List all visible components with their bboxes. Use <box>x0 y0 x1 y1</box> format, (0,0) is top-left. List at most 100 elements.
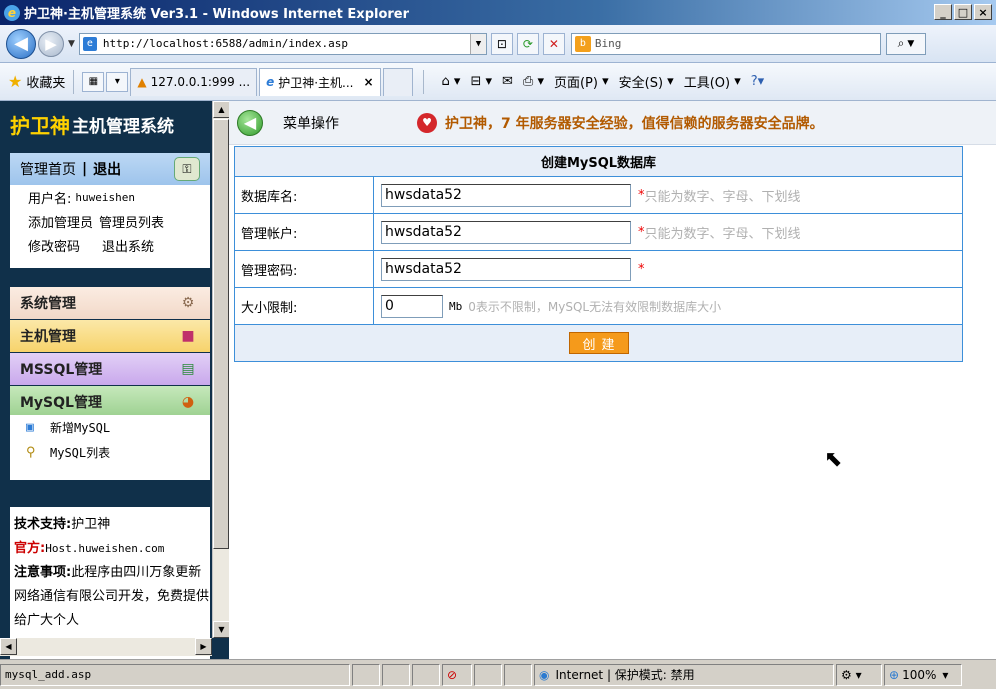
new-tab[interactable] <box>382 67 413 96</box>
create-mysql-form: 创建MySQL数据库 数据库名: hwsdata52 * 只能为数字、字母、下划… <box>234 146 963 362</box>
sidebar-vertical-scrollbar[interactable]: ▲ ▼ <box>212 101 230 638</box>
zoom-icon: ⊕ <box>889 667 900 682</box>
security-zone[interactable]: ◉ Internet | 保护模式: 禁用 <box>534 663 834 686</box>
main-content: ◀ 菜单操作 ♥ 护卫神，7 年服务器安全经验，值得信赖的服务器安全品牌。 创建… <box>229 101 996 659</box>
maximize-button[interactable]: □ <box>954 4 972 20</box>
official-site-link[interactable]: Host.huweishen.com <box>45 542 164 555</box>
key-icon: ⚿ <box>174 157 200 181</box>
sidebar: 护卫神 主机管理系统 管理首页 | 退出 ⚿ 用户名: huweishen 添加… <box>0 101 229 659</box>
status-text: mysql_add.asp <box>0 663 350 686</box>
tab-label: 护卫神·主机... <box>278 75 354 90</box>
sidebar-horizontal-scrollbar[interactable]: ◀ ▶ <box>0 638 212 656</box>
scroll-right-icon[interactable]: ▶ <box>195 638 212 655</box>
dbname-input[interactable]: hwsdata52 <box>381 183 631 207</box>
globe-icon: ◉ <box>539 667 550 682</box>
mouse-cursor-icon: ⬉ <box>824 447 843 472</box>
form-title: 创建MySQL数据库 <box>235 147 962 177</box>
star-icon: ★ <box>8 72 23 91</box>
back-button[interactable]: ◀ <box>6 28 36 59</box>
form-row-password: 管理密码: hwsdata52 * <box>235 251 962 288</box>
menu-mssql[interactable]: MSSQL管理 ▤ <box>10 353 210 385</box>
size-limit-input[interactable]: 0 <box>381 294 443 318</box>
host-icon: ■ <box>181 328 195 344</box>
tab-list-icon[interactable]: ▾ <box>106 71 129 92</box>
search-icon: ⌕ <box>897 36 905 50</box>
menu-system[interactable]: 系统管理 ⚙ <box>10 287 210 319</box>
form-row-size: 大小限制: 0 Mb 0表示不限制，MySQL无法有效限制数据库大小 <box>235 288 962 325</box>
menu-mysql[interactable]: MySQL管理 ◕ <box>10 386 210 418</box>
logout-link[interactable]: 退出 <box>93 159 121 179</box>
form-actions: 创建 <box>235 325 962 361</box>
pma-icon: ▲ <box>137 75 147 89</box>
bing-icon: b <box>574 35 591 52</box>
account-input[interactable]: hwsdata52 <box>381 220 631 244</box>
submenu-mysql-list[interactable]: ⚲ MySQL列表 <box>10 440 210 465</box>
address-toolbar: ◀ ▶ ▼ e http://localhost:6588/admin/inde… <box>0 25 996 63</box>
add-db-icon: ▣ <box>26 420 34 435</box>
minimize-button[interactable]: _ <box>934 4 952 20</box>
admin-list-link[interactable]: 管理员列表 <box>99 212 164 231</box>
window-titlebar: e 护卫神·主机管理系统 Ver3.1 - Windows Internet E… <box>0 0 996 25</box>
safety-menu[interactable]: 安全(S) ▾ <box>619 72 674 91</box>
close-button[interactable]: × <box>974 4 992 20</box>
submenu-add-mysql[interactable]: ▣ 新增MySQL <box>10 415 210 440</box>
slogan: 护卫神，7 年服务器安全经验，值得信赖的服务器安全品牌。 <box>445 115 824 132</box>
shield-icon: ♥ <box>417 112 437 133</box>
create-button[interactable]: 创建 <box>568 332 629 354</box>
scroll-down-icon[interactable]: ▼ <box>213 621 230 638</box>
status-bar: mysql_add.asp ⊘ ◉ Internet | 保护模式: 禁用 ⚙ … <box>0 659 996 689</box>
scroll-thumb[interactable] <box>213 119 229 549</box>
mail-icon[interactable]: ✉ <box>502 74 513 89</box>
forward-button[interactable]: ▶ <box>38 30 64 57</box>
feeds-icon[interactable]: ⊟ ▾ <box>470 74 492 89</box>
home-icon[interactable]: ⌂ ▾ <box>442 74 461 89</box>
menu-operation-label: 菜单操作 <box>283 115 339 132</box>
compatibility-icon[interactable]: ⊡ <box>490 32 513 55</box>
ie-tab-icon: e <box>266 75 275 89</box>
size-unit: Mb <box>449 299 463 313</box>
username: huweishen <box>75 190 135 204</box>
tab-label: 127.0.0.1:999 ... <box>150 75 251 89</box>
home-link[interactable]: 管理首页 <box>20 159 76 179</box>
print-icon[interactable]: ⎙ ▾ <box>523 74 544 89</box>
search-button[interactable]: ⌕ ▼ <box>885 32 926 55</box>
popup-blocker-icon[interactable]: ⊘ <box>442 663 472 686</box>
scroll-left-icon[interactable]: ◀ <box>0 638 17 655</box>
zoom-control[interactable]: ⊕ 100% ▾ <box>884 663 962 686</box>
protected-mode-icon[interactable]: ⚙ ▾ <box>836 663 882 686</box>
tab-localhost[interactable]: ▲ 127.0.0.1:999 ... <box>130 67 258 96</box>
address-input[interactable]: e http://localhost:6588/admin/index.asp … <box>78 32 487 55</box>
history-dropdown-icon[interactable]: ▼ <box>68 39 75 49</box>
tab-active[interactable]: e 护卫神·主机... × <box>259 67 381 96</box>
menu-host[interactable]: 主机管理 ■ <box>10 320 210 352</box>
page-icon: e <box>82 36 97 51</box>
password-input[interactable]: hwsdata52 <box>381 257 631 281</box>
mysql-icon: ◕ <box>181 394 195 410</box>
ie-logo-icon: e <box>4 4 20 21</box>
favorites-bar: ★ 收藏夹 ▦ ▾ ▲ 127.0.0.1:999 ... e 护卫神·主机..… <box>0 63 996 101</box>
refresh-icon[interactable]: ⟳ <box>516 32 539 55</box>
search-input[interactable]: b Bing <box>570 32 881 55</box>
stop-icon[interactable]: ✕ <box>542 32 565 55</box>
admin-nav-box: 管理首页 | 退出 ⚿ 用户名: huweishen 添加管理员 管理员列表 修… <box>10 153 210 268</box>
scroll-up-icon[interactable]: ▲ <box>213 101 230 118</box>
address-dropdown-icon[interactable]: ▼ <box>469 33 486 54</box>
help-icon[interactable]: ?▾ <box>751 74 764 89</box>
mysql-submenu: ▣ 新增MySQL ⚲ MySQL列表 <box>10 415 210 480</box>
change-password-link[interactable]: 修改密码 <box>28 236 80 255</box>
admin-nav-header: 管理首页 | 退出 ⚿ <box>10 153 210 185</box>
form-row-account: 管理帐户: hwsdata52 * 只能为数字、字母、下划线 <box>235 214 962 251</box>
add-admin-link[interactable]: 添加管理员 <box>28 212 93 231</box>
back-arrow-icon[interactable]: ◀ <box>237 109 263 136</box>
brand-title: 护卫神 主机管理系统 <box>10 113 174 138</box>
exit-system-link[interactable]: 退出系统 <box>102 236 154 255</box>
page-menu[interactable]: 页面(P) ▾ <box>554 72 609 91</box>
quick-tabs-icon[interactable]: ▦ <box>82 71 105 92</box>
search-icon: ⚲ <box>26 445 36 460</box>
window-title: 护卫神·主机管理系统 Ver3.1 - Windows Internet Exp… <box>24 7 410 22</box>
tab-close-icon[interactable]: × <box>363 75 373 89</box>
search-provider: Bing <box>594 37 622 50</box>
operation-header: ◀ 菜单操作 ♥ 护卫神，7 年服务器安全经验，值得信赖的服务器安全品牌。 <box>229 101 996 145</box>
tools-menu[interactable]: 工具(O) ▾ <box>684 72 741 91</box>
favorites-button[interactable]: 收藏夹 <box>26 72 65 91</box>
